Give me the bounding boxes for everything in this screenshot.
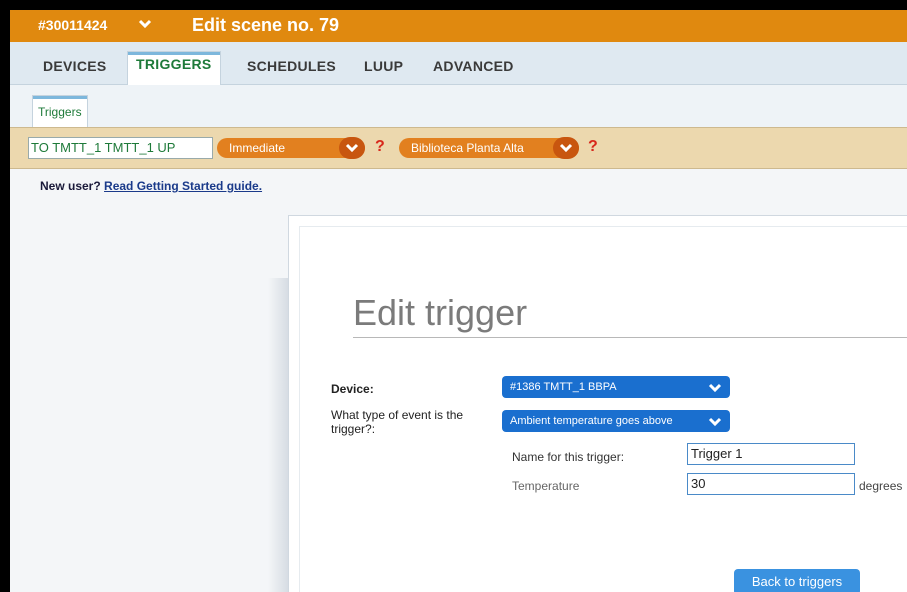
tab-devices[interactable]: DEVICES	[43, 58, 107, 74]
room-select[interactable]: Biblioteca Planta Alta	[399, 137, 579, 159]
tab-triggers[interactable]: TRIGGERS	[127, 51, 221, 85]
dialog-heading: Edit trigger	[353, 292, 528, 333]
subtab-triggers[interactable]: Triggers	[32, 95, 88, 127]
room-select-label: Biblioteca Planta Alta	[411, 141, 524, 155]
scene-name-input[interactable]: TO TMTT_1 TMTT_1 UP	[28, 137, 213, 159]
temperature-label: Temperature	[512, 479, 580, 493]
chevron-down-icon[interactable]	[553, 137, 579, 159]
temperature-unit: degrees	[859, 479, 903, 493]
heading-divider	[353, 337, 907, 338]
device-select[interactable]: #1386 TMTT_1 BBPA	[502, 376, 730, 398]
scene-toolbar: TO TMTT_1 TMTT_1 UP Immediate ? Bibliote…	[10, 127, 907, 169]
event-type-select[interactable]: Ambient temperature goes above	[502, 410, 730, 432]
tab-advanced[interactable]: ADVANCED	[433, 58, 514, 74]
chevron-down-icon	[708, 383, 722, 393]
device-id: #30011424	[38, 17, 108, 33]
chevron-down-icon[interactable]	[339, 137, 365, 159]
new-user-prefix: New user?	[40, 179, 101, 193]
room-help-icon[interactable]: ?	[588, 138, 598, 156]
page-title: Edit scene no. 79	[192, 15, 340, 35]
sub-tabs: Triggers	[10, 85, 907, 127]
tab-luup[interactable]: LUUP	[364, 58, 403, 74]
mode-select[interactable]: Immediate	[217, 137, 365, 159]
device-select-value: #1386 TMTT_1 BBPA	[510, 381, 617, 393]
trigger-name-label: Name for this trigger:	[512, 450, 625, 464]
event-type-label: What type of event is the trigger?:	[331, 408, 464, 436]
device-label: Device:	[331, 382, 374, 396]
temperature-input[interactable]: 30	[687, 473, 855, 495]
edit-trigger-dialog: Edit trigger Device: #1386 TMTT_1 BBPA W…	[288, 215, 907, 592]
chevron-down-icon	[708, 417, 722, 427]
mode-select-label: Immediate	[229, 141, 286, 155]
app-window: #30011424 Edit scene no. 79 DEVICES TRIG…	[10, 10, 907, 592]
chevron-down-icon[interactable]	[137, 16, 153, 32]
new-user-hint: New user? Read Getting Started guide.	[40, 179, 262, 193]
dialog-body: Edit trigger Device: #1386 TMTT_1 BBPA W…	[299, 226, 907, 592]
getting-started-link[interactable]: Read Getting Started guide.	[104, 179, 262, 193]
back-to-triggers-button[interactable]: Back to triggers	[734, 569, 860, 592]
title-bar: #30011424 Edit scene no. 79	[10, 10, 907, 42]
event-type-select-value: Ambient temperature goes above	[510, 415, 673, 427]
mode-help-icon[interactable]: ?	[375, 138, 385, 156]
main-tabs: DEVICES TRIGGERS SCHEDULES LUUP ADVANCED	[10, 42, 907, 85]
tab-schedules[interactable]: SCHEDULES	[247, 58, 336, 74]
trigger-name-input[interactable]: Trigger 1	[687, 443, 855, 465]
